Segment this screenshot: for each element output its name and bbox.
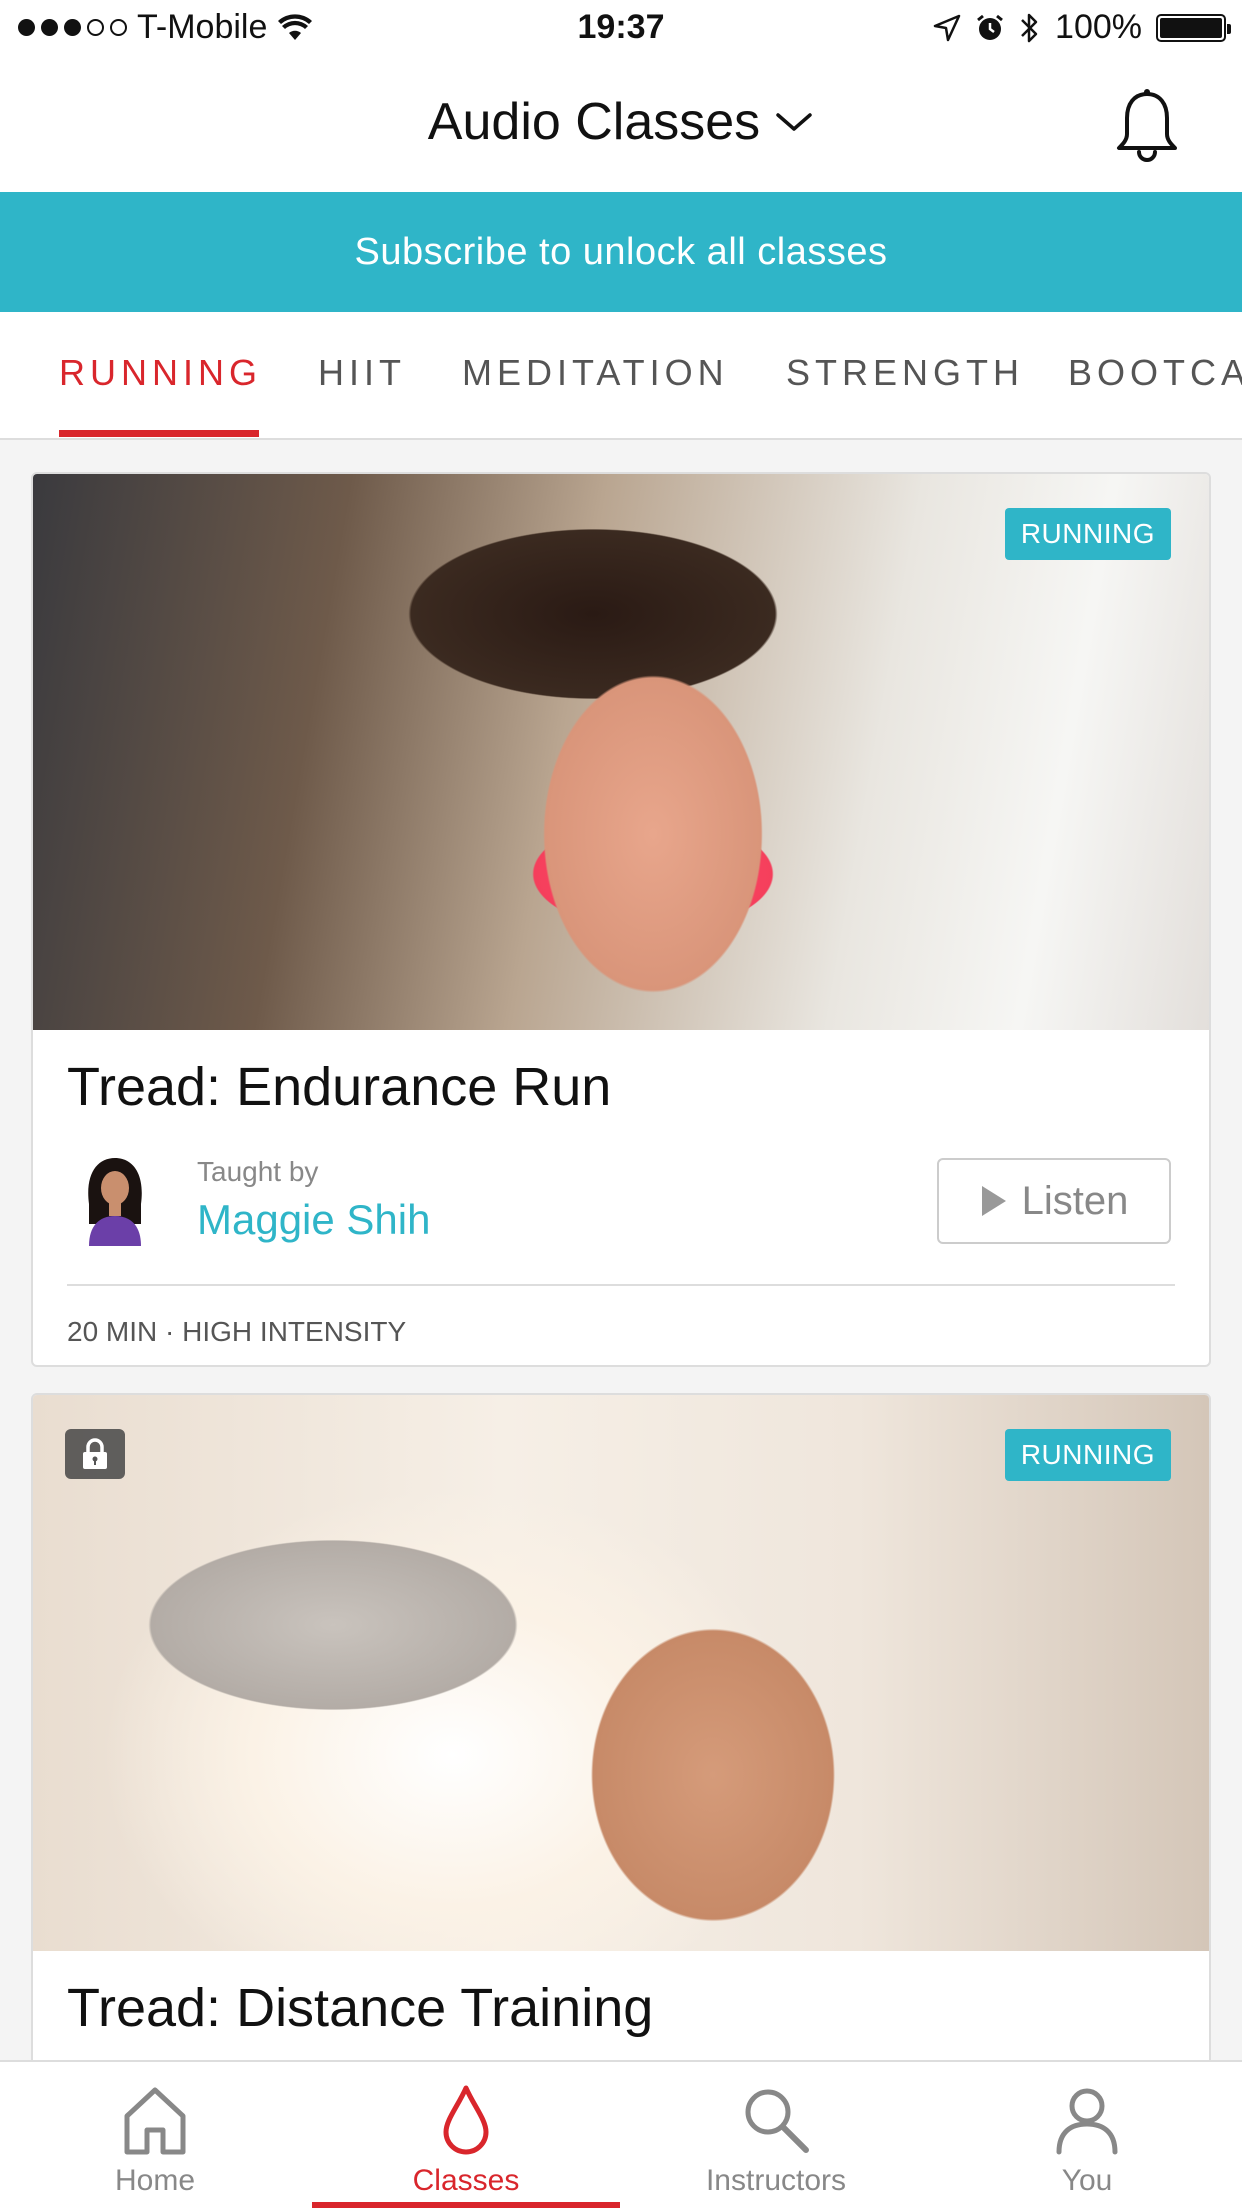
class-card[interactable]: RUNNING Tread: Distance Training: [31, 1393, 1211, 2093]
card-divider: [67, 1284, 1175, 1286]
instructor-avatar[interactable]: [75, 1154, 155, 1246]
lock-icon: [65, 1429, 125, 1479]
category-tabs: RUNNING HIIT MEDITATION STRENGTH BOOTCA: [0, 312, 1242, 440]
subscribe-banner[interactable]: Subscribe to unlock all classes: [0, 192, 1242, 312]
page-title: Audio Classes: [427, 93, 761, 151]
class-image: RUNNING: [33, 474, 1209, 1030]
battery-icon: [1156, 13, 1231, 42]
taught-by-label: Taught by: [197, 1156, 319, 1187]
tab-bootcamp[interactable]: BOOTCA: [1068, 352, 1242, 394]
category-badge: RUNNING: [1004, 1429, 1171, 1481]
home-icon: [124, 2087, 186, 2155]
status-bar: T-Mobile 19:37 100%: [0, 0, 1242, 62]
category-badge: RUNNING: [1004, 508, 1171, 560]
tabbar-item-home[interactable]: Home: [0, 2062, 310, 2208]
active-tab-indicator: [59, 430, 259, 437]
battery-level-fill: [1160, 17, 1222, 38]
tabbar-item-you[interactable]: You: [932, 2062, 1242, 2208]
tab-strength[interactable]: STRENGTH: [786, 352, 1024, 394]
tab-running[interactable]: RUNNING: [59, 352, 262, 394]
chevron-down-icon: [776, 113, 812, 131]
tabbar-item-instructors[interactable]: Instructors: [621, 2062, 931, 2208]
tabbar-label-instructors: Instructors: [705, 2164, 847, 2197]
class-title: Tread: Endurance Run: [67, 1057, 612, 1117]
class-card[interactable]: RUNNING Tread: Endurance Run Taught by M…: [31, 472, 1211, 1367]
tabbar-label-you: You: [1061, 2164, 1113, 2197]
bluetooth-icon: [1021, 13, 1038, 42]
tabbar-item-classes[interactable]: Classes: [311, 2062, 621, 2208]
bottom-tab-bar: Home Classes Instructors You: [0, 2060, 1242, 2208]
subscribe-banner-text: Subscribe to unlock all classes: [354, 230, 888, 273]
listen-button[interactable]: Listen: [937, 1158, 1171, 1244]
class-image: RUNNING: [33, 1395, 1209, 1951]
class-meta: 20 MIN · HIGH INTENSITY: [67, 1316, 407, 1347]
location-arrow-icon: [933, 14, 961, 41]
status-right: 100%: [933, 8, 1231, 47]
instructor-name-link[interactable]: Maggie Shih: [197, 1196, 430, 1244]
active-tab-indicator: [312, 2202, 620, 2208]
play-icon: [981, 1186, 1006, 1216]
person-icon: [1056, 2088, 1118, 2155]
alarm-icon: [977, 14, 1003, 40]
tab-hiit[interactable]: HIIT: [318, 352, 406, 394]
drop-icon: [443, 2085, 489, 2155]
tabbar-label-home: Home: [114, 2164, 196, 2197]
battery-percent: 100%: [1055, 8, 1142, 46]
class-type-selector[interactable]: Audio Classes: [0, 92, 1242, 152]
class-title: Tread: Distance Training: [67, 1978, 654, 2038]
bell-icon[interactable]: [1114, 88, 1180, 168]
search-icon: [745, 2089, 809, 2153]
tab-meditation[interactable]: MEDITATION: [462, 352, 729, 394]
listen-button-label: Listen: [1021, 1178, 1129, 1223]
tabbar-label-classes: Classes: [412, 2164, 520, 2197]
nav-header: Audio Classes: [0, 62, 1242, 192]
